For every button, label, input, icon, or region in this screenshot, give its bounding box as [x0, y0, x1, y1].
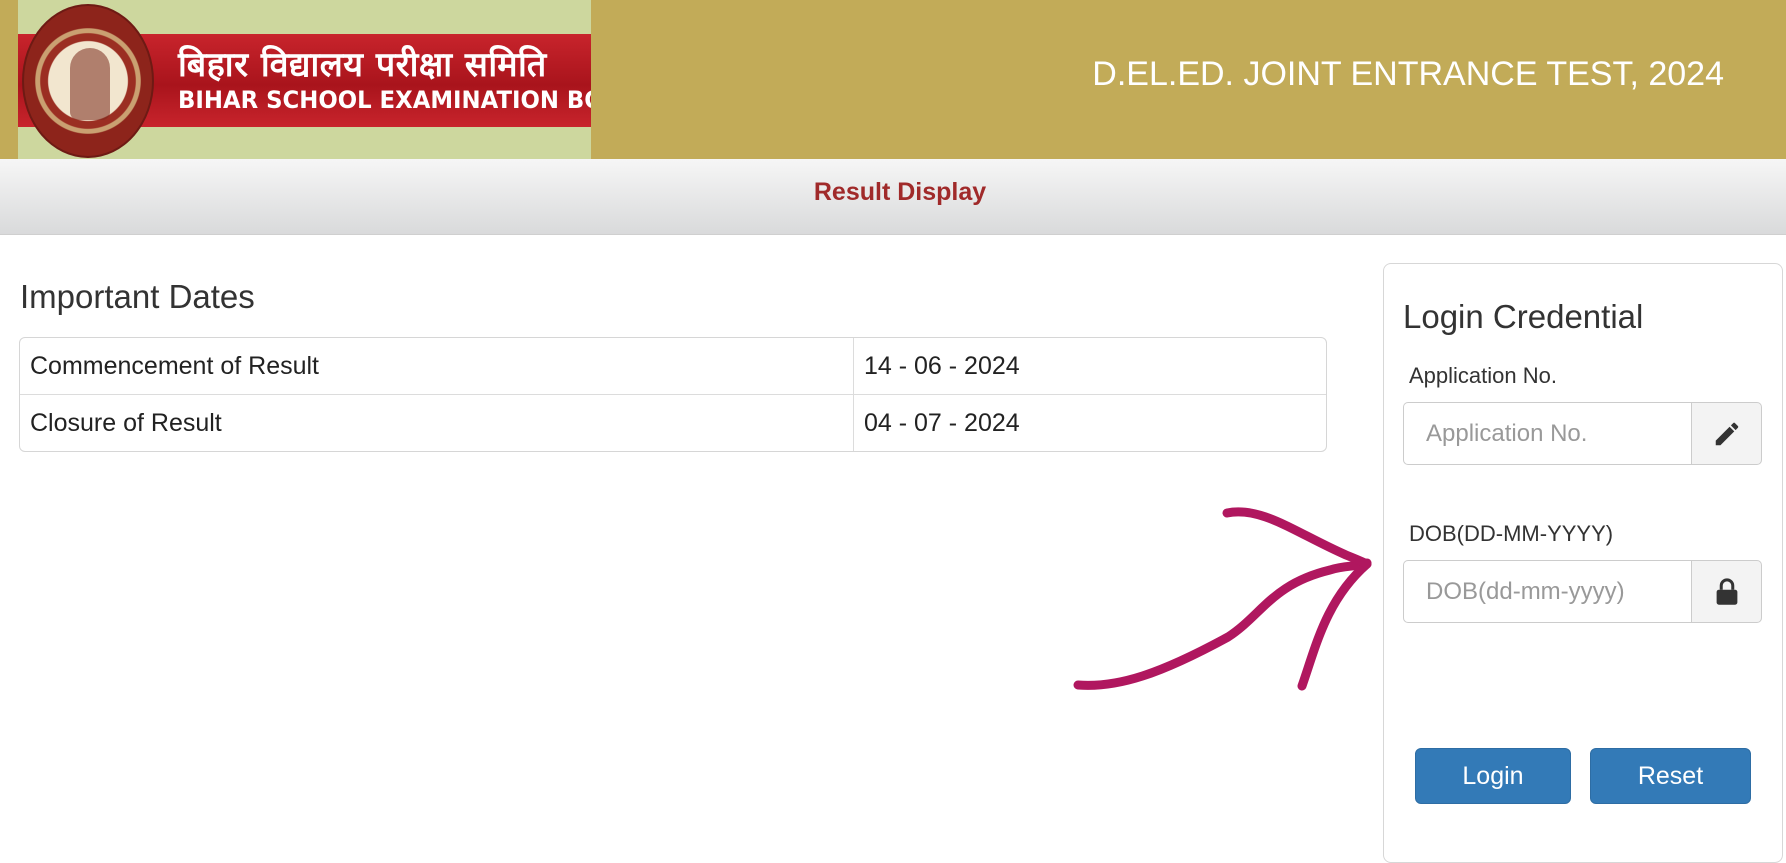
page-title: Result Display [813, 178, 987, 206]
login-heading: Login Credential [1403, 298, 1644, 335]
pencil-icon [1691, 402, 1762, 465]
dob-input[interactable] [1403, 560, 1691, 623]
pencil-icon-svg [1715, 422, 1738, 445]
important-dates-table: Commencement of Result 14 - 06 - 2024 Cl… [19, 337, 1327, 452]
logo-hindi-text: बिहार विद्यालय परीक्षा समिति [178, 45, 547, 85]
date-label: Closure of Result [20, 395, 854, 451]
lock-icon-svg [1716, 577, 1737, 605]
login-button[interactable]: Login [1415, 748, 1571, 804]
date-value: 04 - 07 - 2024 [864, 408, 1020, 437]
board-seal-icon [22, 4, 154, 158]
dob-input-group [1403, 560, 1762, 623]
reset-button[interactable]: Reset [1590, 748, 1751, 804]
lock-icon [1691, 560, 1762, 623]
logo-english-text: BIHAR SCHOOL EXAMINATION BOARD [178, 86, 591, 114]
table-row: Commencement of Result 14 - 06 - 2024 [20, 338, 1326, 395]
date-value: 14 - 06 - 2024 [854, 338, 1326, 395]
application-label: Application No. [1409, 363, 1557, 388]
exam-title: D.EL.ED. JOINT ENTRANCE TEST, 2024 [1092, 55, 1724, 93]
seal-figure [70, 48, 110, 120]
site-header: बिहार विद्यालय परीक्षा समिति BIHAR SCHOO… [0, 0, 1786, 159]
bseb-logo: बिहार विद्यालय परीक्षा समिति BIHAR SCHOO… [18, 0, 591, 159]
application-input-group [1403, 402, 1762, 465]
table-row: Closure of Result 04 - 07 - 2024 [20, 395, 1326, 451]
date-label: Commencement of Result [20, 338, 854, 395]
dob-label: DOB(DD-MM-YYYY) [1409, 521, 1614, 546]
application-number-input[interactable] [1403, 402, 1691, 465]
important-dates-heading: Important Dates [20, 278, 255, 315]
